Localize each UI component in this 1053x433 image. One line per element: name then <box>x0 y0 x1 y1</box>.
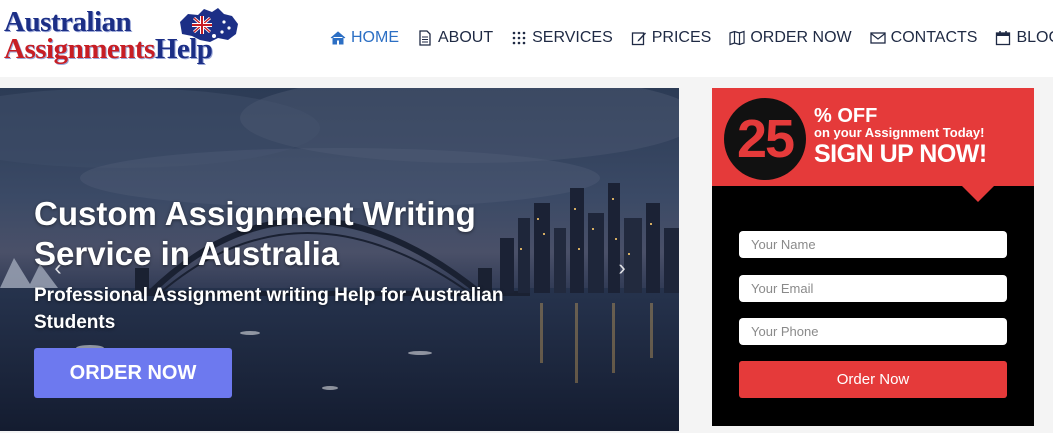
site-header: Australian AssignmentsHelp HOME ABOUT SE… <box>0 0 1053 77</box>
nav-item-order-now-label: ORDER NOW <box>750 29 852 46</box>
nav-item-contacts-label: CONTACTS <box>890 29 978 46</box>
hero-order-now-button[interactable]: ORDER NOW <box>34 348 232 398</box>
hero-slider: ‹ › Custom Assignment Writing Service in… <box>0 88 679 431</box>
edit-icon <box>631 30 647 46</box>
discount-badge: 25 <box>724 98 806 180</box>
nav-item-home[interactable]: HOME <box>330 24 399 52</box>
main-nav: HOME ABOUT SERVICES PRICES ORDER NOW CON… <box>330 24 1053 52</box>
map-icon <box>729 30 745 46</box>
nav-item-services[interactable]: SERVICES <box>511 24 613 52</box>
signup-heading: SIGN UP NOW! <box>814 140 987 168</box>
nav-item-home-label: HOME <box>351 29 399 46</box>
offer-banner: 25 % OFF on your Assignment Today! SIGN … <box>712 88 1034 186</box>
nav-item-blog-label: BLOG <box>1016 29 1053 46</box>
nav-item-about[interactable]: ABOUT <box>417 24 493 52</box>
envelope-icon <box>870 30 886 46</box>
offer-banner-notch <box>962 186 994 202</box>
chevron-right-icon[interactable]: › <box>612 256 632 280</box>
nav-item-contacts[interactable]: CONTACTS <box>870 24 978 52</box>
discount-signup-panel: 25 % OFF on your Assignment Today! SIGN … <box>712 88 1034 426</box>
dots-grid-icon <box>511 30 527 46</box>
email-field[interactable] <box>739 275 1007 302</box>
order-now-submit-button[interactable]: Order Now <box>739 361 1007 398</box>
calendar-icon <box>995 30 1011 46</box>
nav-item-about-label: ABOUT <box>438 29 494 46</box>
phone-field[interactable] <box>739 318 1007 345</box>
australia-map-flag-icon <box>180 8 238 42</box>
nav-item-blog[interactable]: BLOG <box>995 24 1053 52</box>
discount-tagline: on your Assignment Today! <box>814 125 985 140</box>
nav-item-order-now[interactable]: ORDER NOW <box>729 24 852 52</box>
nav-item-services-label: SERVICES <box>532 29 613 46</box>
logo-text-assignments: Assignments <box>4 33 155 65</box>
hero-title: Custom Assignment Writing Service in Aus… <box>34 195 476 272</box>
site-logo[interactable]: Australian AssignmentsHelp <box>4 6 266 72</box>
home-icon <box>330 30 346 46</box>
name-field[interactable] <box>739 231 1007 258</box>
nav-item-prices[interactable]: PRICES <box>631 24 712 52</box>
discount-number: 25 <box>736 109 795 169</box>
hero-subtitle: Professional Assignment writing Help for… <box>34 285 504 333</box>
nav-item-prices-label: PRICES <box>651 29 712 46</box>
document-icon <box>417 30 433 46</box>
